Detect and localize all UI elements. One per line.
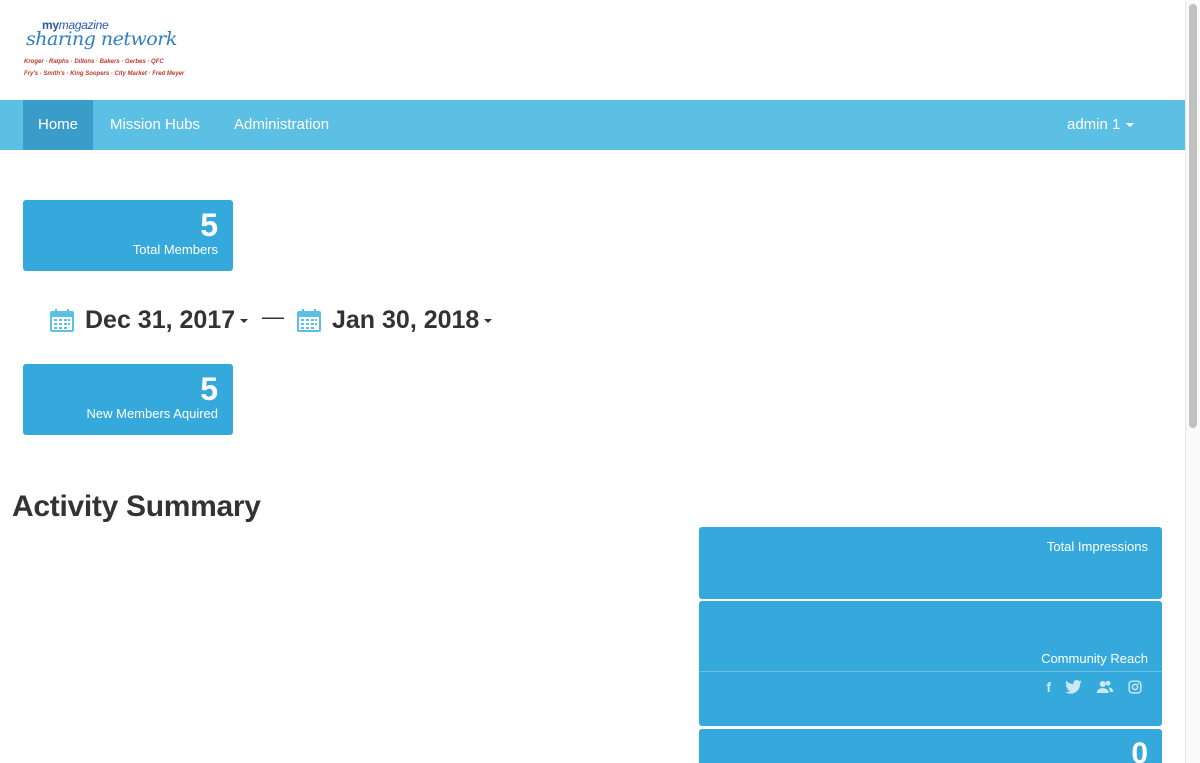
activity-metric-value: 0 [1131,737,1148,763]
total-members-value: 5 [200,207,218,243]
community-icon[interactable] [1096,680,1114,694]
page-scrollbar[interactable] [1185,0,1200,763]
new-members-value: 5 [200,371,218,407]
twitter-icon[interactable] [1065,680,1082,694]
start-date-picker[interactable]: Dec 31, 2017 [50,300,249,340]
nav-mission-hubs[interactable]: Mission Hubs [95,100,215,150]
user-menu[interactable]: admin 1 [1052,100,1149,150]
new-members-tile: 5 New Members Aquired [23,364,233,435]
logo-sharing-network: sharing network [26,28,177,50]
community-reach-label: Community Reach [1041,651,1148,666]
total-members-tile: 5 Total Members [23,200,233,271]
instagram-icon[interactable] [1128,680,1142,694]
user-name: admin 1 [1067,116,1121,133]
nav-home[interactable]: Home [23,100,94,150]
new-members-label: New Members Aquired [86,406,219,421]
main-navbar: Home Mission Hubs Administration admin 1 [0,100,1185,150]
calendar-icon [297,309,321,332]
social-icons: f [1046,679,1142,695]
caret-down-icon [1126,123,1135,128]
start-date-text[interactable]: Dec 31, 2017 [85,306,249,335]
community-reach-panel: Community Reach f [699,601,1162,726]
nav-administration[interactable]: Administration [219,100,344,150]
caret-down-icon [484,318,493,323]
brand-logo[interactable]: mymagazine sharing network Kroger · Ralp… [24,18,184,82]
end-date-text[interactable]: Jan 30, 2018 [332,306,493,335]
facebook-icon[interactable]: f [1046,679,1051,695]
logo-brand-strip: Kroger · Ralphs · Dillons · Bakers · Ger… [24,59,185,77]
total-impressions-label: Total Impressions [1046,539,1148,554]
calendar-icon [50,309,74,332]
panel-divider [699,671,1162,672]
caret-down-icon [240,318,249,323]
total-members-label: Total Members [132,242,218,257]
activity-summary-heading: Activity Summary [12,490,261,523]
date-separator: — [262,304,284,329]
activity-metric-panel: 0 [699,729,1162,763]
scrollbar-thumb[interactable] [1189,4,1197,428]
total-impressions-panel: Total Impressions [699,527,1162,599]
end-date-picker[interactable]: Jan 30, 2018 [297,300,493,340]
